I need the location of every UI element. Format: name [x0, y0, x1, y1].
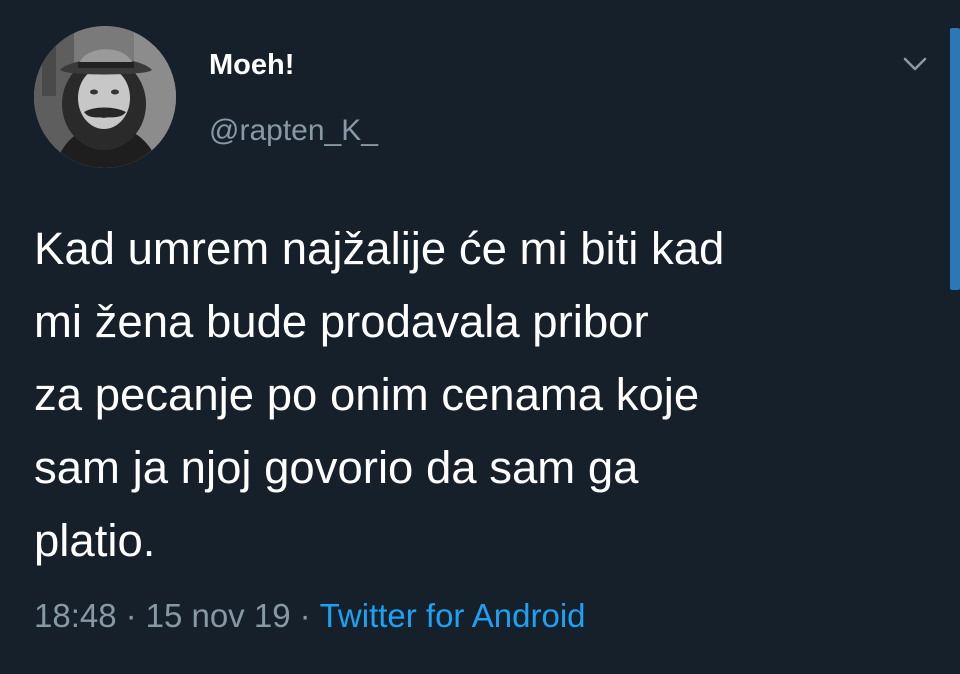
- scrollbar-thumb[interactable]: [950, 28, 960, 290]
- meta-separator: ·: [125, 597, 137, 634]
- tweet-text: Kad umrem najžalije će mi biti kad mi že…: [34, 223, 725, 566]
- chevron-down-icon[interactable]: [898, 50, 932, 78]
- avatar-photo-icon: [34, 26, 176, 168]
- tweet-time[interactable]: 18:48: [34, 597, 117, 634]
- author-display-name[interactable]: Moeh!: [209, 47, 294, 83]
- tweet-card: Moeh! @rapten_K_ Kad umrem najžalije će …: [0, 0, 960, 674]
- author-avatar[interactable]: [34, 26, 176, 168]
- tweet-date[interactable]: 15 nov 19: [146, 597, 291, 634]
- meta-separator: ·: [299, 597, 311, 634]
- tweet-metadata: 18:48 · 15 nov 19 · Twitter for Android: [34, 596, 586, 636]
- tweet-source-link[interactable]: Twitter for Android: [320, 597, 586, 634]
- author-handle[interactable]: @rapten_K_: [209, 112, 378, 150]
